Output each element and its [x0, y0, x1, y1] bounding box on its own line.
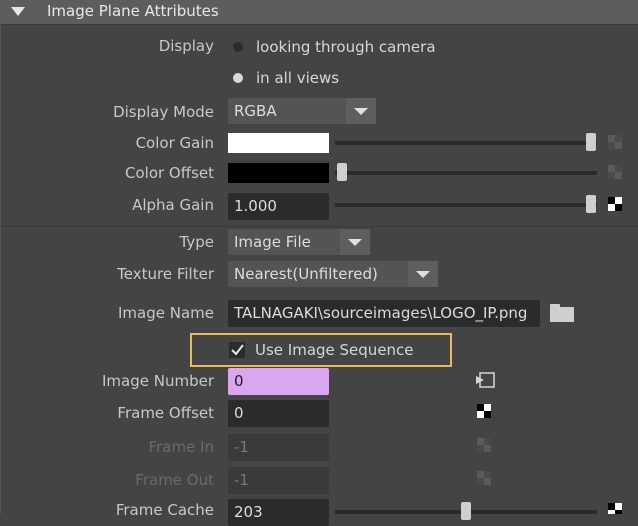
- image-name-label: Image Name: [118, 304, 214, 322]
- chevron-down-icon: [416, 271, 430, 278]
- alpha-gain-map-icon[interactable]: [608, 197, 622, 211]
- alpha-gain-slider-thumb[interactable]: [586, 195, 596, 213]
- image-number-label: Image Number: [101, 372, 214, 390]
- radio-label-in-all-views: in all views: [256, 69, 340, 87]
- collapse-triangle-icon[interactable]: [11, 7, 25, 16]
- display-mode-label: Display Mode: [113, 103, 214, 121]
- color-offset-slider-thumb[interactable]: [337, 163, 347, 181]
- radio-label-looking-through-camera: looking through camera: [256, 38, 436, 56]
- color-offset-label: Color Offset: [125, 164, 214, 182]
- color-gain-swatch[interactable]: [228, 133, 329, 153]
- frame-out-label: Frame Out: [135, 471, 214, 489]
- color-offset-swatch[interactable]: [228, 163, 329, 183]
- display-mode-dropdown-button[interactable]: [346, 98, 376, 124]
- frame-cache-field[interactable]: 203: [228, 499, 329, 526]
- chevron-down-icon: [354, 108, 368, 115]
- section-header[interactable]: Image Plane Attributes: [0, 0, 638, 25]
- left-border: [0, 24, 1, 514]
- frame-cache-map-icon[interactable]: [608, 503, 622, 514]
- frame-in-map-icon: [477, 438, 491, 452]
- texture-filter-dropdown-button[interactable]: [408, 261, 438, 287]
- frame-offset-field[interactable]: 0: [228, 400, 329, 427]
- keyframe-link-icon[interactable]: [474, 371, 496, 389]
- frame-cache-slider-thumb[interactable]: [461, 502, 471, 520]
- folder-icon[interactable]: [550, 304, 574, 322]
- use-image-sequence-checkbox[interactable]: [229, 342, 245, 358]
- use-image-sequence-label: Use Image Sequence: [255, 341, 414, 359]
- color-offset-map-icon[interactable]: [608, 165, 622, 179]
- texture-filter-dropdown[interactable]: Nearest(Unfiltered): [228, 261, 408, 287]
- radio-in-all-views[interactable]: [233, 73, 243, 83]
- alpha-gain-field[interactable]: 1.000: [228, 193, 329, 220]
- display-label: Display: [158, 37, 214, 55]
- display-mode-dropdown[interactable]: RGBA: [228, 98, 346, 124]
- frame-out-map-icon: [477, 471, 491, 485]
- frame-offset-label: Frame Offset: [117, 404, 214, 422]
- frame-offset-map-icon[interactable]: [477, 404, 491, 418]
- section-divider: [0, 226, 638, 227]
- image-number-field[interactable]: 0: [228, 368, 329, 395]
- color-gain-slider-track[interactable]: [335, 141, 597, 145]
- frame-in-label: Frame In: [148, 438, 214, 456]
- section-title: Image Plane Attributes: [47, 2, 219, 20]
- texture-filter-label: Texture Filter: [117, 265, 214, 283]
- color-gain-slider-thumb[interactable]: [586, 133, 596, 151]
- alpha-gain-slider-track[interactable]: [335, 203, 597, 207]
- frame-cache-label: Frame Cache: [115, 501, 214, 519]
- checkmark-icon: [231, 344, 244, 356]
- type-dropdown[interactable]: Image File: [228, 229, 340, 255]
- radio-looking-through-camera[interactable]: [233, 42, 243, 52]
- color-offset-slider-track[interactable]: [335, 171, 597, 175]
- alpha-gain-label: Alpha Gain: [132, 196, 214, 214]
- color-gain-label: Color Gain: [135, 134, 214, 152]
- input-connection-icon: [476, 372, 495, 388]
- type-dropdown-button[interactable]: [340, 229, 370, 255]
- image-name-field[interactable]: TALNAGAKI\sourceimages\LOGO_IP.png: [228, 300, 540, 327]
- type-label: Type: [179, 233, 214, 251]
- frame-in-field: -1: [228, 434, 329, 461]
- frame-out-field: -1: [228, 467, 329, 494]
- color-gain-map-icon[interactable]: [608, 135, 622, 149]
- chevron-down-icon: [348, 239, 362, 246]
